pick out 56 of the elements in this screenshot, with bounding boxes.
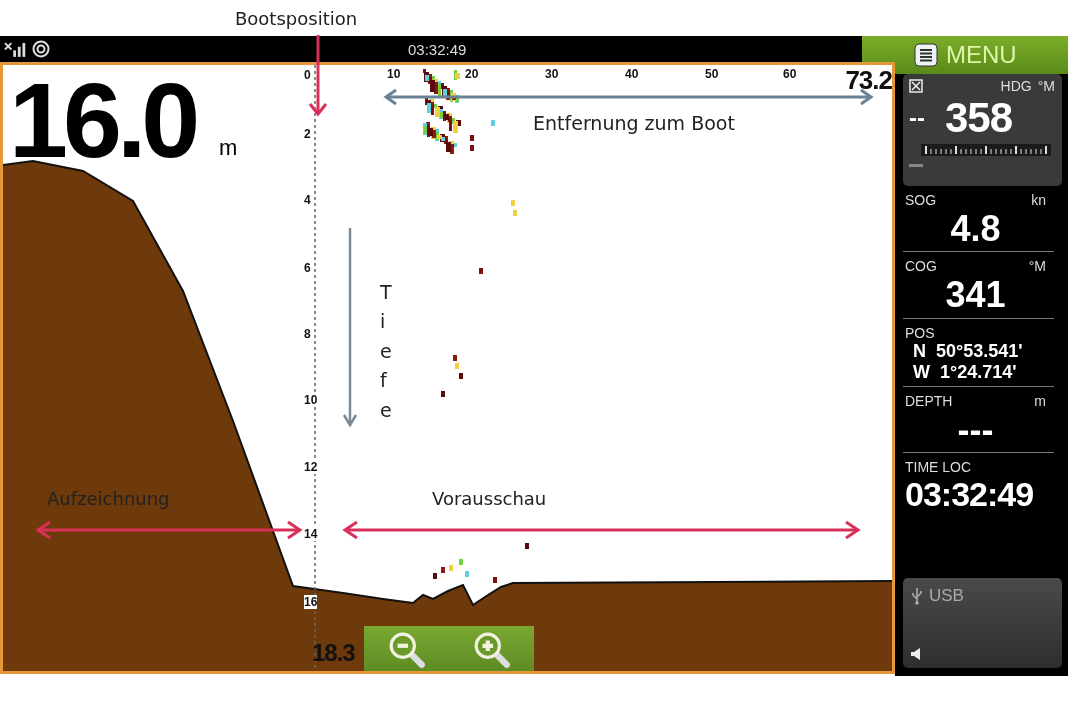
instrument-unit: °M [1037, 78, 1055, 94]
depth-scale-label: 14 [304, 527, 318, 541]
usb-label: USB [929, 586, 964, 606]
distance-scale-label: 10 [387, 67, 401, 81]
zoom-in-icon [472, 631, 511, 669]
depth-scale-label: 6 [304, 261, 311, 275]
heading-value: 358 [945, 94, 1013, 142]
menu-icon [914, 43, 938, 67]
coordinate-value: 50°53.541' [936, 340, 1023, 363]
depth-scale-label: 2 [304, 127, 311, 141]
depth-scale-label: 12 [304, 460, 318, 474]
instrument-label: TIME LOC [905, 459, 973, 476]
annotation-label: Aufzeichnung [47, 488, 170, 509]
status-time: 03:32:49 [408, 40, 467, 58]
depth-reading: 16.0 [9, 67, 196, 173]
distance-scale-label: 30 [545, 67, 559, 81]
depth-scale-label: 0 [304, 68, 311, 82]
instrument-label: HDG [1000, 78, 1032, 94]
instrument-value: 341 [944, 274, 1007, 316]
depth-scale-label: 8 [304, 327, 311, 341]
depth-unit: m [219, 135, 238, 161]
instrument-label: SOG [905, 192, 937, 208]
time-value: 03:32:49 [905, 475, 1035, 515]
instrument-unit: m [1034, 392, 1046, 409]
distance-scale-label: 60 [783, 67, 797, 81]
instrument-label: DEPTH [905, 392, 953, 409]
annotation-label: Entfernung zum Boot [533, 112, 735, 134]
annotation-label: Bootsposition [235, 7, 358, 29]
distance-scale-label: 50 [705, 67, 719, 81]
instrument-unit: °M [1028, 258, 1046, 275]
instrument-label: COG [905, 258, 937, 275]
crossed-box-icon [909, 79, 923, 93]
heading-prefix: -- [909, 104, 925, 132]
annotation-label: Tiefe [380, 280, 393, 423]
coordinate-value: 1°24.714' [940, 362, 1017, 384]
distance-scale-label: 40 [625, 67, 639, 81]
distance-scale-label: 20 [465, 67, 479, 81]
zoom-in-button[interactable] [472, 631, 511, 669]
sonar-ring-icon [32, 40, 50, 58]
instrument-value: 4.8 [949, 208, 1002, 250]
usb-icon [911, 587, 923, 605]
depth-scale-label: 4 [304, 193, 311, 207]
zoom-out-icon [387, 631, 426, 669]
instrument-value: --- [956, 408, 995, 451]
hemisphere-label: N [913, 340, 926, 363]
instrument-unit: kn [1031, 192, 1046, 208]
annotation-label: Vorausschau [432, 488, 547, 509]
depth-scale-label: 10 [304, 393, 318, 407]
dash-mark-icon [909, 164, 923, 167]
zoom-out-button[interactable] [387, 631, 426, 669]
max-depth-label: 18.3 [312, 639, 355, 667]
hemisphere-label: W [913, 362, 930, 384]
signal-icon [4, 40, 28, 58]
depth-scale-label: 16 [304, 595, 318, 609]
instrument-label: POS [905, 324, 936, 341]
speaker-icon [911, 648, 921, 660]
